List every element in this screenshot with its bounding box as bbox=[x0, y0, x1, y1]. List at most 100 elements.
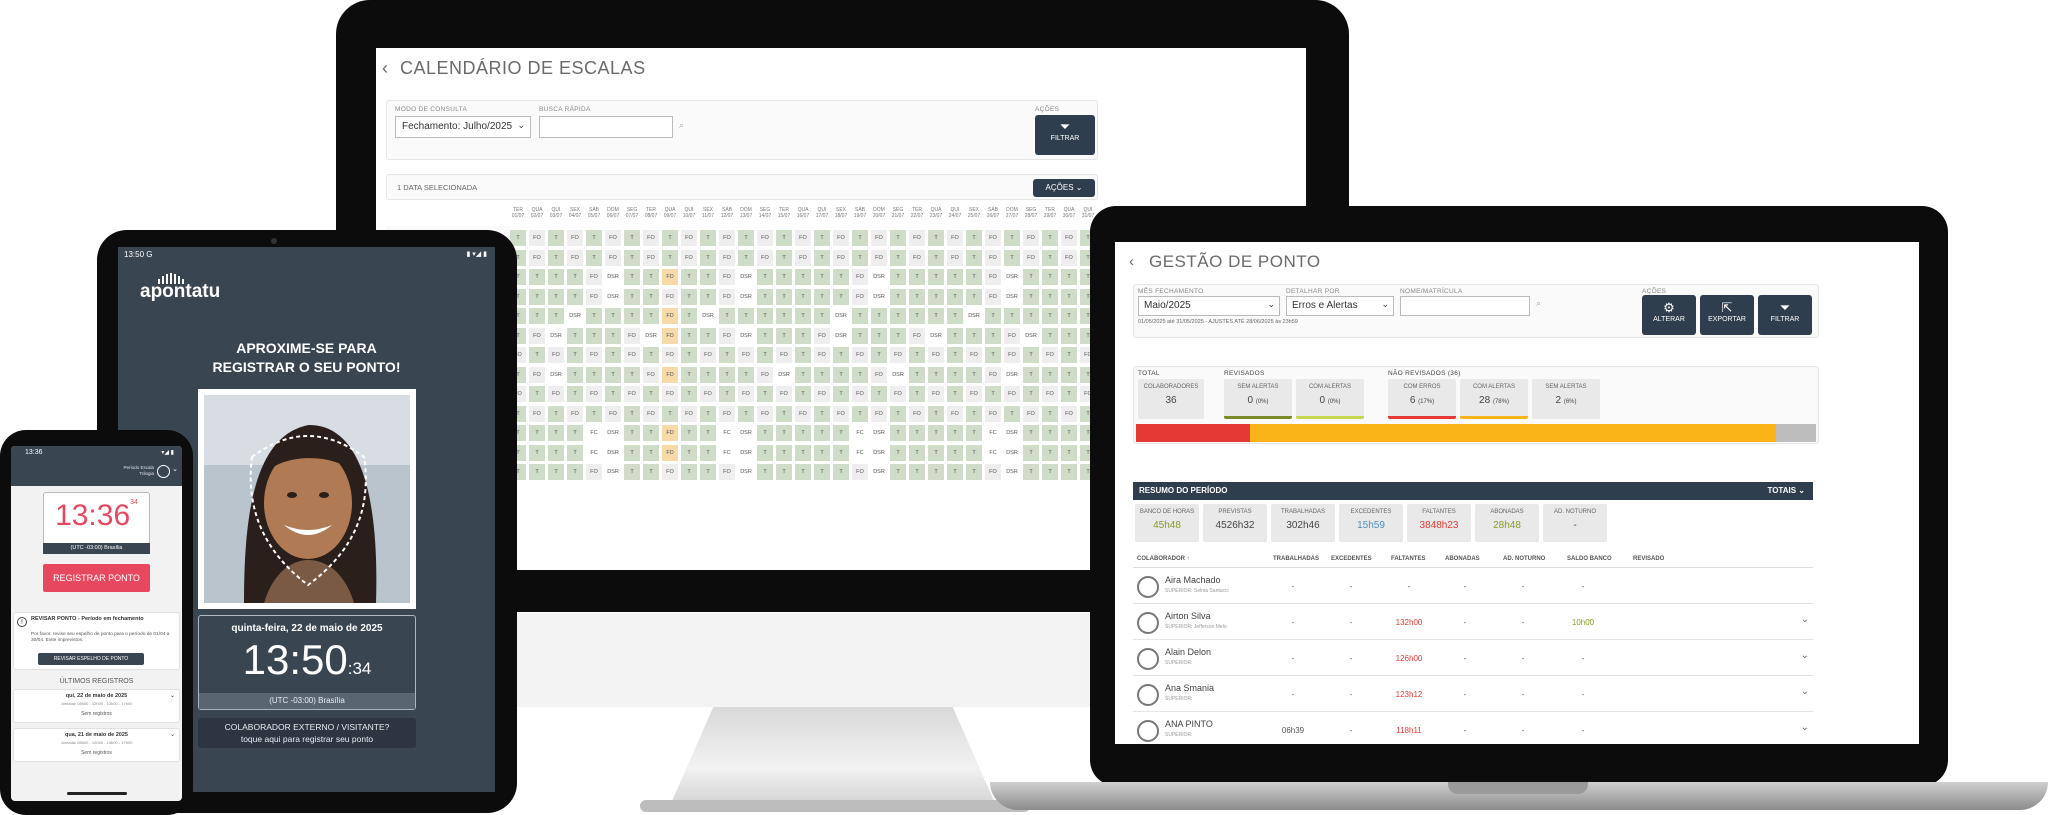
calendar-cell[interactable]: T bbox=[1042, 405, 1058, 422]
calendar-cell[interactable]: T bbox=[776, 425, 792, 441]
calendar-cell[interactable]: T bbox=[643, 308, 659, 324]
calendar-cell[interactable]: T bbox=[947, 444, 963, 461]
calendar-cell[interactable]: T bbox=[1042, 308, 1058, 324]
calendar-cell[interactable]: T bbox=[795, 444, 811, 461]
calendar-cell[interactable]: T bbox=[700, 249, 716, 266]
calendar-cell[interactable]: FO bbox=[681, 230, 697, 246]
calendar-cell[interactable]: T bbox=[814, 269, 830, 285]
calendar-cell[interactable]: FO bbox=[871, 249, 887, 266]
calendar-cell[interactable]: DSR bbox=[871, 425, 887, 441]
calendar-cell[interactable]: T bbox=[1061, 308, 1077, 324]
calendar-cell[interactable]: T bbox=[757, 327, 773, 344]
calendar-cell[interactable]: T bbox=[814, 366, 830, 383]
calendar-cell[interactable]: FO bbox=[662, 386, 678, 402]
stat-sem-alertas[interactable]: SEM ALERTAS 2 (6%) bbox=[1532, 379, 1600, 419]
calendar-cell[interactable]: FO bbox=[985, 366, 1001, 383]
calendar-cell[interactable]: T bbox=[1023, 425, 1039, 441]
calendar-cell[interactable]: T bbox=[738, 366, 754, 383]
calendar-cell[interactable]: T bbox=[890, 249, 906, 266]
calendar-cell[interactable]: T bbox=[624, 308, 640, 324]
calendar-cell[interactable]: T bbox=[1042, 327, 1058, 344]
calendar-cell[interactable]: T bbox=[605, 327, 621, 344]
calendar-cell[interactable]: DSR bbox=[738, 464, 754, 480]
calendar-cell[interactable]: T bbox=[586, 366, 602, 383]
calendar-cell[interactable]: T bbox=[700, 464, 716, 480]
calendar-cell[interactable]: T bbox=[1061, 327, 1077, 344]
calendar-cell[interactable]: FO bbox=[624, 386, 640, 402]
calendar-cell[interactable]: DSR bbox=[1004, 464, 1020, 480]
calendar-cell[interactable]: FO bbox=[567, 249, 583, 266]
calendar-cell[interactable]: FO bbox=[871, 230, 887, 246]
calendar-cell[interactable]: T bbox=[681, 464, 697, 480]
calendar-cell[interactable]: T bbox=[795, 327, 811, 344]
calendar-cell[interactable]: T bbox=[567, 386, 583, 402]
calendar-cell[interactable]: T bbox=[643, 464, 659, 480]
calendar-cell[interactable]: FO bbox=[833, 405, 849, 422]
calendar-cell[interactable]: T bbox=[1004, 405, 1020, 422]
chevron-down-icon[interactable]: ⌄ bbox=[172, 465, 178, 473]
calendar-cell[interactable]: FO bbox=[719, 405, 735, 422]
calendar-cell[interactable]: T bbox=[757, 308, 773, 324]
calendar-cell[interactable]: T bbox=[1042, 366, 1058, 383]
calendar-cell[interactable]: FO bbox=[757, 249, 773, 266]
calendar-cell[interactable]: T bbox=[776, 327, 792, 344]
calendar-cell[interactable]: FO bbox=[757, 366, 773, 383]
calendar-cell[interactable]: T bbox=[529, 288, 545, 305]
calendar-cell[interactable]: FC bbox=[985, 425, 1001, 441]
calendar-cell[interactable]: T bbox=[833, 444, 849, 461]
calendar-cell[interactable]: T bbox=[966, 269, 982, 285]
calendar-cell[interactable]: T bbox=[1061, 366, 1077, 383]
table-row[interactable]: ANA PINTO SUPERIOR: 06h39 - 118h11 - - - ⌄ bbox=[1133, 712, 1813, 744]
calendar-cell[interactable]: T bbox=[1023, 386, 1039, 402]
calendar-cell[interactable]: FO bbox=[719, 288, 735, 305]
calendar-cell[interactable]: T bbox=[852, 249, 868, 266]
calendar-cell[interactable]: T bbox=[624, 230, 640, 246]
calendar-cell[interactable]: T bbox=[681, 366, 697, 383]
calendar-cell[interactable]: DSR bbox=[738, 288, 754, 305]
table-row[interactable]: Aira Machado SUPERIOR: Selma Santucci - - - -… bbox=[1133, 568, 1813, 604]
calendar-cell[interactable]: DSR bbox=[643, 327, 659, 344]
calendar-cell[interactable]: T bbox=[852, 327, 868, 344]
calendar-cell[interactable]: FO bbox=[567, 405, 583, 422]
calendar-cell[interactable]: T bbox=[814, 405, 830, 422]
calendar-cell[interactable]: DSR bbox=[605, 464, 621, 480]
calendar-cell[interactable]: T bbox=[757, 444, 773, 461]
calendar-cell[interactable]: T bbox=[529, 386, 545, 402]
calendar-cell[interactable]: FO bbox=[605, 230, 621, 246]
calendar-cell[interactable]: T bbox=[567, 464, 583, 480]
calendar-cell[interactable]: T bbox=[985, 347, 1001, 363]
calendar-cell[interactable]: T bbox=[681, 386, 697, 402]
calendar-cell[interactable]: FO bbox=[890, 347, 906, 363]
calendar-cell[interactable]: T bbox=[624, 269, 640, 285]
calendar-cell[interactable]: T bbox=[567, 327, 583, 344]
calendar-cell[interactable]: T bbox=[776, 269, 792, 285]
calendar-cell[interactable]: T bbox=[700, 269, 716, 285]
calendar-cell[interactable]: T bbox=[586, 405, 602, 422]
calendar-cell[interactable]: T bbox=[928, 464, 944, 480]
calendar-cell[interactable]: T bbox=[681, 347, 697, 363]
table-row[interactable]: Alain Delon SUPERIOR: - - 126h00 - - - ⌄ bbox=[1133, 640, 1813, 676]
calendar-cell[interactable]: DSR bbox=[548, 366, 564, 383]
calendar-cell[interactable]: T bbox=[643, 347, 659, 363]
calendar-cell[interactable]: T bbox=[985, 327, 1001, 344]
calendar-cell[interactable]: DSR bbox=[567, 308, 583, 324]
calendar-cell[interactable]: FO bbox=[909, 249, 925, 266]
calendar-cell[interactable]: T bbox=[605, 308, 621, 324]
calendar-cell[interactable]: T bbox=[795, 366, 811, 383]
calendar-cell[interactable]: FC bbox=[719, 444, 735, 461]
calendar-cell[interactable]: T bbox=[529, 269, 545, 285]
calendar-cell[interactable]: T bbox=[928, 249, 944, 266]
calendar-cell[interactable]: T bbox=[947, 269, 963, 285]
calendar-cell[interactable]: T bbox=[909, 386, 925, 402]
calendar-cell[interactable]: T bbox=[757, 288, 773, 305]
calendar-cell[interactable]: T bbox=[833, 386, 849, 402]
calendar-cell[interactable]: FO bbox=[757, 405, 773, 422]
calendar-cell[interactable]: DSR bbox=[1004, 444, 1020, 461]
calendar-cell[interactable]: T bbox=[795, 308, 811, 324]
calendar-cell[interactable]: T bbox=[814, 464, 830, 480]
calendar-cell[interactable]: DSR bbox=[738, 327, 754, 344]
search-icon[interactable]: ⌕ bbox=[1536, 298, 1541, 309]
calendar-cell[interactable]: T bbox=[662, 249, 678, 266]
calendar-cell[interactable]: FO bbox=[529, 249, 545, 266]
calendar-cell[interactable]: T bbox=[852, 230, 868, 246]
